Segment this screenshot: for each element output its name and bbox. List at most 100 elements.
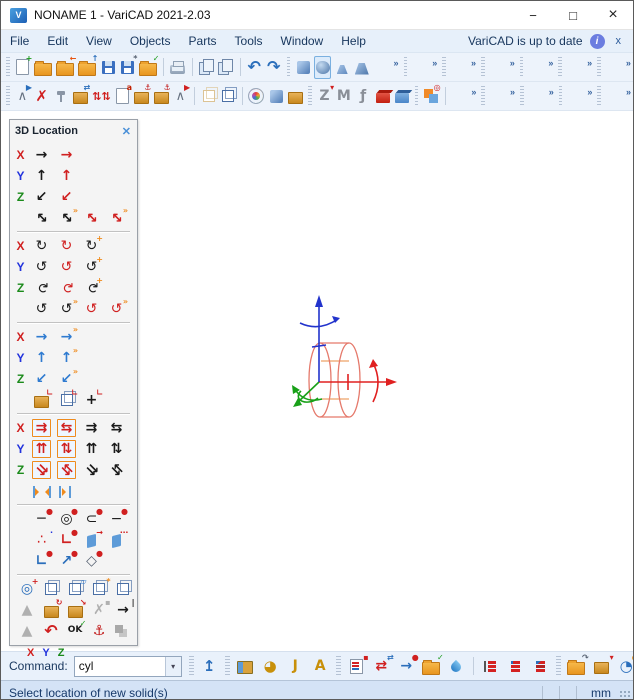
align-offset-icon[interactable]	[56, 481, 77, 501]
rotate-x-plus-icon[interactable]: ↻ +	[81, 234, 103, 256]
toolbar-grip[interactable]	[335, 656, 341, 676]
menubar-close-icon[interactable]: x	[612, 35, 626, 47]
info-icon[interactable]: i	[589, 33, 605, 49]
move-y-step-icon[interactable]: ↑	[56, 166, 77, 186]
shift-y-icon[interactable]: ↑	[31, 348, 52, 368]
mirror-x-4-icon[interactable]: ⇆	[106, 418, 127, 438]
toolbar-grip[interactable]	[519, 57, 524, 77]
rotate-x-icon[interactable]: ↻	[31, 236, 52, 256]
toolbar-grip[interactable]	[558, 86, 563, 106]
render-drop-icon[interactable]	[445, 655, 468, 678]
mirror-x-3-icon[interactable]: ⇉	[81, 418, 102, 438]
toolbar-expand-icon[interactable]: »	[510, 58, 515, 68]
anchor-location-icon[interactable]: ⚓	[89, 621, 110, 641]
title-bar[interactable]: V NONAME 1 - VariCAD 2021-2.03 − □ ×	[1, 1, 633, 30]
back-disabled-icon[interactable]: ▲	[17, 621, 38, 641]
open-recent-icon[interactable]: ↑	[77, 54, 98, 79]
shaded-view-box-icon[interactable]	[267, 85, 284, 108]
toolbar-grip[interactable]	[520, 86, 524, 106]
view-cube-plain-icon[interactable]	[113, 579, 134, 599]
snap-endpoint-icon[interactable]: ─ ●	[31, 507, 53, 529]
undo-location-icon[interactable]: ↶	[41, 621, 62, 641]
toolbar-expand-icon[interactable]: »	[587, 87, 592, 97]
rotate-free-step-icon[interactable]: ↺»	[56, 297, 78, 319]
copy-multiple-icon[interactable]: ⇅⇅	[91, 85, 111, 108]
tools-disabled-icon[interactable]: ✗ ▪	[89, 598, 110, 620]
menu-help[interactable]: Help	[332, 32, 375, 50]
minimize-button[interactable]: −	[513, 1, 553, 29]
toolbar-expand-icon[interactable]: »	[510, 87, 515, 97]
snap-points-icon[interactable]: ∴ ·	[31, 528, 53, 550]
toolbar-grip[interactable]	[597, 57, 601, 77]
assembly-tree-1-icon[interactable]	[479, 655, 502, 678]
save-all-icon[interactable]: *	[119, 54, 137, 79]
boolean-operations-icon[interactable]: ◎	[422, 83, 441, 108]
display-cone-small-icon[interactable]	[333, 56, 351, 79]
toolbar-grip[interactable]	[224, 656, 230, 676]
rotate-free-red-icon[interactable]: ↺	[81, 299, 102, 319]
wire-view-icon[interactable]	[219, 85, 237, 108]
panel-header[interactable]: 3D Location ✕	[10, 120, 137, 140]
import-file-icon[interactable]: ←	[55, 54, 76, 79]
project-to-plane-icon[interactable]: ⋯	[106, 528, 128, 550]
select-point-blue-icon[interactable]: ∧ ▶	[14, 83, 32, 108]
toolbar-grip[interactable]	[414, 86, 419, 106]
menu-parts[interactable]: Parts	[180, 32, 226, 50]
select-point-red-icon[interactable]: ∧ ▶	[172, 83, 190, 108]
origin-axes-red-icon[interactable]: ∟ ●	[56, 528, 78, 550]
print-icon[interactable]	[169, 56, 187, 79]
move-object-icon[interactable]: ⇄	[72, 83, 90, 108]
toolbar-grip[interactable]	[481, 86, 486, 106]
toolbar-expand-icon[interactable]: »	[548, 58, 553, 68]
toolbar-grip[interactable]	[597, 86, 602, 106]
solid-cylinder-sector-tool-icon[interactable]: ◕	[259, 655, 282, 678]
snap-arc-center-icon[interactable]: ⊂ ●	[81, 507, 103, 529]
move-x-step-icon[interactable]: →	[56, 145, 77, 165]
move-copy-disabled-icon[interactable]	[113, 621, 134, 641]
place-axes-icon[interactable]: + ∟	[81, 388, 103, 410]
shift-z-icon[interactable]: ↙	[31, 369, 52, 389]
menu-view[interactable]: View	[77, 32, 121, 50]
shift-x-step-icon[interactable]: →»	[56, 325, 78, 347]
toolbar-expand-icon[interactable]: »	[587, 58, 592, 68]
exchange-objects-icon[interactable]: ⇄ ⇄	[370, 653, 393, 678]
rotate-solid-icon[interactable]: ↻	[41, 598, 63, 620]
save-icon[interactable]	[99, 56, 117, 79]
display-cone-large-icon[interactable]	[353, 56, 371, 79]
snap-midpoint-icon[interactable]: − ●	[106, 507, 128, 529]
mirror-z-3-icon[interactable]: ⇉	[81, 460, 102, 480]
align-between-icon[interactable]	[31, 481, 52, 501]
solid-box-tool-icon[interactable]	[234, 655, 257, 678]
delete-object-icon[interactable]: ✗	[33, 85, 50, 108]
thread-drill-3-icon[interactable]: ƒ	[354, 85, 371, 108]
insert-anchor-icon[interactable]: ⚓	[133, 83, 151, 108]
toolbar-grip[interactable]	[6, 57, 10, 77]
mirror-y-1-icon[interactable]: ⇈	[31, 438, 52, 459]
place-on-solid-icon[interactable]: ∟	[31, 388, 53, 410]
rotate-x-red-icon[interactable]: ↻	[56, 236, 77, 256]
display-shaded-rounded-icon[interactable]	[313, 55, 332, 79]
points-vector-icon[interactable]: ↗ ●	[56, 549, 78, 571]
assembly-tree-3-icon[interactable]	[529, 655, 552, 678]
toolbar-expand-icon[interactable]: »	[471, 87, 476, 97]
stamp-tool-icon[interactable]	[52, 85, 69, 108]
menu-edit[interactable]: Edit	[38, 32, 77, 50]
toolbar-grip[interactable]	[6, 86, 10, 106]
edit-attribute-text-icon[interactable]: a	[114, 83, 132, 108]
move-y-icon[interactable]: ↑	[31, 166, 52, 186]
thread-drill-2-icon[interactable]: M	[335, 85, 352, 108]
toolbar-grip[interactable]	[555, 656, 561, 676]
menu-window[interactable]: Window	[272, 32, 333, 50]
shift-y-step-icon[interactable]: ↑»	[56, 346, 78, 368]
command-input[interactable]	[74, 656, 165, 676]
rotate-z-icon[interactable]: ↻	[31, 278, 52, 298]
combo-dropdown-icon[interactable]: ▾	[164, 656, 181, 676]
open-part-icon[interactable]: ↷	[565, 653, 589, 678]
confirm-ok-icon[interactable]: OK ✓	[65, 619, 87, 641]
view-cube-light-icon[interactable]: *	[89, 577, 111, 599]
menu-objects[interactable]: Objects	[121, 32, 180, 50]
rotate-y-plus-icon[interactable]: ↺ +	[81, 255, 103, 277]
assembly-tree-2-icon[interactable]	[504, 655, 527, 678]
update-parts-icon[interactable]: ◔●	[615, 653, 633, 678]
toolbar-expand-icon[interactable]: »	[549, 87, 554, 97]
